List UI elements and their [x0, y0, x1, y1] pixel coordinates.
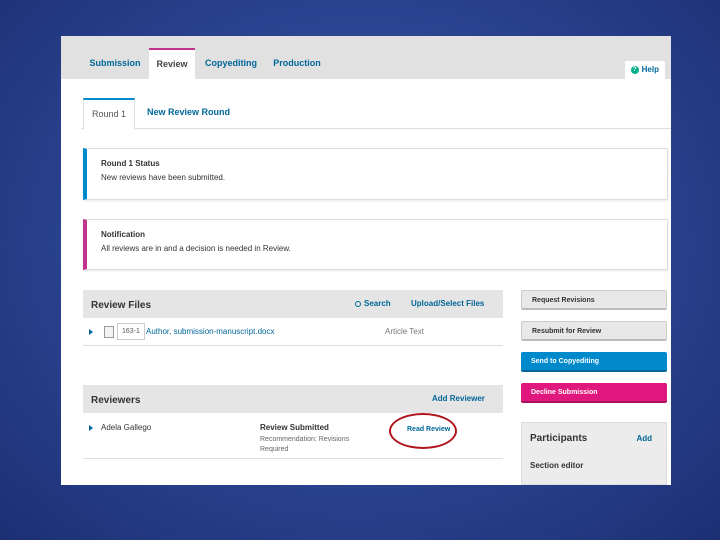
search-icon [355, 300, 361, 307]
tab-review[interactable]: Review [149, 48, 195, 79]
decline-submission-button[interactable]: Decline Submission [521, 383, 667, 403]
help-icon: ? [630, 65, 639, 74]
request-revisions-button[interactable]: Request Revisions [521, 290, 667, 310]
tab-round-1[interactable]: Round 1 [83, 98, 135, 130]
section-editor-label: Section editor [530, 461, 584, 470]
round-status-text: New reviews have been submitted. [101, 173, 226, 182]
search-files-button[interactable]: Search [355, 290, 391, 318]
review-round-tabs: Round 1 New Review Round [81, 98, 671, 130]
add-reviewer-button[interactable]: Add Reviewer [432, 385, 485, 413]
file-id: 163-1 [117, 323, 145, 340]
file-name-link[interactable]: Author, submission-manuscript.docx [146, 327, 275, 336]
read-review-link[interactable]: Read Review [407, 426, 450, 433]
resubmit-for-review-button[interactable]: Resubmit for Review [521, 321, 667, 341]
review-files-header: Review Files Search Upload/Select Files [83, 290, 503, 318]
reviewers-title: Reviewers [91, 395, 141, 406]
workflow-tab-bar: Submission Review Copyediting Production… [61, 36, 671, 79]
notification-notice: Notification All reviews are in and a de… [83, 219, 668, 270]
table-row: Adela Gallego Review Submitted Recommend… [83, 413, 503, 459]
help-label: Help [641, 65, 659, 74]
upload-select-files-button[interactable]: Upload/Select Files [411, 290, 484, 318]
new-review-round-button[interactable]: New Review Round [147, 98, 230, 129]
notification-title: Notification [101, 230, 145, 239]
tab-production[interactable]: Production [269, 48, 325, 79]
participants-panel: Participants Add Section editor [521, 422, 667, 485]
review-recommendation: Recommendation: Revisions Required [260, 436, 350, 453]
table-row: 163-1 Author, submission-manuscript.docx… [83, 318, 503, 346]
review-status: Review Submitted [260, 423, 329, 432]
search-label: Search [364, 299, 391, 308]
add-participant-button[interactable]: Add [636, 434, 652, 443]
participants-title: Participants [530, 433, 588, 444]
tab-submission[interactable]: Submission [85, 48, 145, 79]
expand-caret-icon[interactable] [89, 425, 93, 431]
file-type: Article Text [385, 327, 424, 336]
help-button[interactable]: ? Help [624, 61, 665, 79]
file-icon [104, 326, 114, 338]
review-files-title: Review Files [91, 300, 152, 311]
round-status-notice: Round 1 Status New reviews have been sub… [83, 148, 668, 200]
expand-caret-icon[interactable] [89, 329, 93, 335]
app-screen: Submission Review Copyediting Production… [61, 36, 671, 485]
reviewers-header: Reviewers Add Reviewer [83, 385, 503, 413]
send-to-copyediting-button[interactable]: Send to Copyediting [521, 352, 667, 372]
tab-copyediting[interactable]: Copyediting [201, 48, 261, 79]
round-status-title: Round 1 Status [101, 159, 160, 168]
notification-text: All reviews are in and a decision is nee… [101, 244, 291, 253]
reviewer-name: Adela Gallego [101, 423, 152, 432]
